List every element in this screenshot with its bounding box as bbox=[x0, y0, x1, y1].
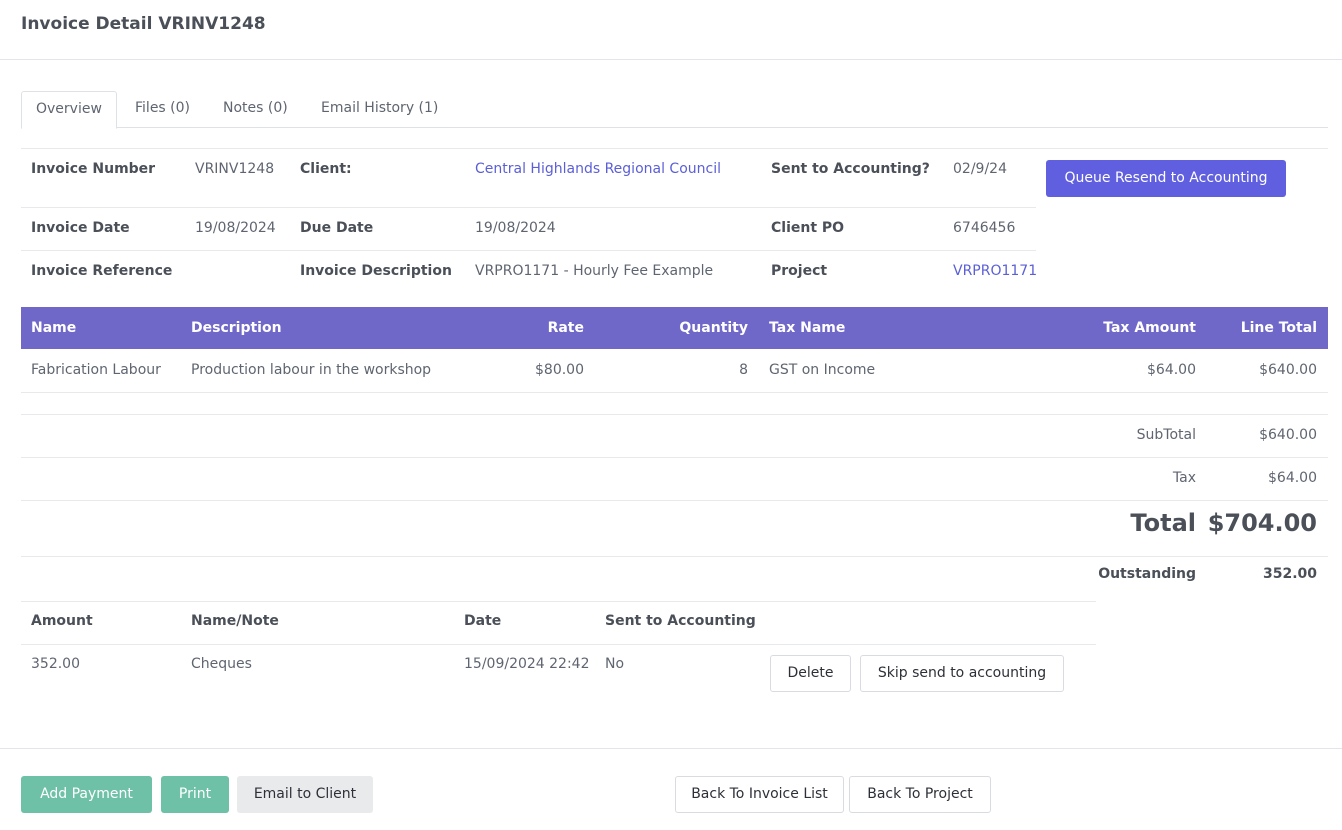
divider bbox=[21, 207, 1036, 208]
divider bbox=[21, 414, 1328, 415]
payment-amount: 352.00 bbox=[31, 656, 80, 672]
payment-sent: No bbox=[605, 656, 625, 672]
delete-payment-button[interactable]: Delete bbox=[770, 655, 851, 692]
tab-overview[interactable]: Overview bbox=[21, 91, 117, 129]
tax-value: $64.00 bbox=[1268, 470, 1317, 486]
divider bbox=[21, 392, 1328, 393]
add-payment-button[interactable]: Add Payment bbox=[21, 776, 152, 813]
footer-divider bbox=[0, 748, 1342, 749]
column-header-rate: Rate bbox=[547, 320, 584, 336]
invoice-description-value: VRPRO1171 - Hourly Fee Example bbox=[475, 263, 714, 279]
client-label: Client: bbox=[300, 161, 352, 177]
divider bbox=[21, 601, 1096, 602]
client-link[interactable]: Central Highlands Regional Council bbox=[475, 161, 721, 177]
column-header-tax-amount: Tax Amount bbox=[1103, 320, 1196, 336]
due-date-value: 19/08/2024 bbox=[475, 220, 556, 236]
queue-resend-button[interactable]: Queue Resend to Accounting bbox=[1046, 160, 1286, 197]
divider bbox=[21, 644, 1096, 645]
cell-tax-name: GST on Income bbox=[769, 362, 876, 378]
invoice-reference-label: Invoice Reference bbox=[31, 263, 173, 279]
column-header-line-total: Line Total bbox=[1240, 320, 1317, 336]
payments-header-amount: Amount bbox=[31, 613, 93, 629]
cell-tax-amount: $64.00 bbox=[1147, 362, 1196, 378]
column-header-description: Description bbox=[191, 320, 282, 336]
tab-notes[interactable]: Notes (0) bbox=[209, 91, 302, 128]
divider bbox=[21, 556, 1328, 557]
invoice-date-label: Invoice Date bbox=[31, 220, 130, 236]
cell-quantity: 8 bbox=[739, 362, 748, 378]
project-link[interactable]: VRPRO1171 bbox=[953, 263, 1037, 279]
divider bbox=[21, 457, 1328, 458]
column-header-name: Name bbox=[31, 320, 77, 336]
cell-description: Production labour in the workshop bbox=[191, 362, 432, 378]
column-header-quantity: Quantity bbox=[679, 320, 748, 336]
print-button[interactable]: Print bbox=[161, 776, 229, 813]
subtotal-label: SubTotal bbox=[1136, 427, 1196, 443]
divider bbox=[21, 500, 1328, 501]
payment-note: Cheques bbox=[191, 656, 252, 672]
sent-to-accounting-label: Sent to Accounting? bbox=[771, 161, 930, 177]
payment-date: 15/09/2024 22:42 bbox=[464, 656, 590, 672]
total-value: $704.00 bbox=[1207, 509, 1317, 537]
invoice-description-label: Invoice Description bbox=[300, 263, 452, 279]
invoice-number-value: VRINV1248 bbox=[195, 161, 275, 177]
client-po-label: Client PO bbox=[771, 220, 845, 236]
back-to-invoice-list-button[interactable]: Back To Invoice List bbox=[675, 776, 844, 813]
back-to-project-button[interactable]: Back To Project bbox=[849, 776, 991, 813]
cell-name: Fabrication Labour bbox=[31, 362, 161, 378]
outstanding-label: Outstanding bbox=[1098, 566, 1196, 582]
divider bbox=[21, 148, 1328, 149]
skip-send-button[interactable]: Skip send to accounting bbox=[860, 655, 1064, 692]
divider bbox=[21, 250, 1036, 251]
outstanding-value: 352.00 bbox=[1262, 566, 1317, 582]
tab-files[interactable]: Files (0) bbox=[121, 91, 204, 128]
project-label: Project bbox=[771, 263, 828, 279]
cell-line-total: $640.00 bbox=[1259, 362, 1317, 378]
page-header: Invoice Detail VRINV1248 bbox=[0, 0, 1342, 60]
due-date-label: Due Date bbox=[300, 220, 374, 236]
line-items-header: Name Description Rate Quantity Tax Name … bbox=[21, 307, 1328, 349]
tab-bar: Overview Files (0) Notes (0) Email Histo… bbox=[21, 91, 1328, 129]
tax-label: Tax bbox=[1172, 470, 1196, 486]
payments-header-sent: Sent to Accounting bbox=[605, 613, 756, 629]
email-client-button[interactable]: Email to Client bbox=[237, 776, 373, 813]
client-po-value: 6746456 bbox=[953, 220, 1016, 236]
subtotal-value: $640.00 bbox=[1259, 427, 1317, 443]
column-header-tax-name: Tax Name bbox=[769, 320, 846, 336]
sent-to-accounting-value: 02/9/24 bbox=[953, 161, 1007, 177]
invoice-number-label: Invoice Number bbox=[31, 161, 156, 177]
page-title: Invoice Detail VRINV1248 bbox=[21, 14, 266, 34]
payments-header-name-note: Name/Note bbox=[191, 613, 279, 629]
tab-email-history[interactable]: Email History (1) bbox=[307, 91, 452, 128]
cell-rate: $80.00 bbox=[535, 362, 584, 378]
payments-header-date: Date bbox=[464, 613, 502, 629]
invoice-date-value: 19/08/2024 bbox=[195, 220, 276, 236]
